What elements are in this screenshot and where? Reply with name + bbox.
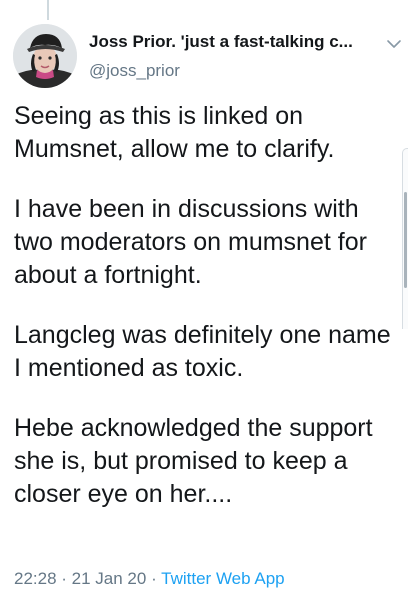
scrollbar-thumb[interactable] [404, 192, 407, 288]
tweet-source-link[interactable]: Twitter Web App [161, 569, 284, 588]
tweet-paragraph: Seeing as this is linked on Mumsnet, all… [14, 102, 335, 163]
tweet-header: Joss Prior. 'just a fast-talking c... @j… [13, 24, 403, 88]
author-names: Joss Prior. 'just a fast-talking c... @j… [89, 31, 381, 82]
author-handle[interactable]: @joss_prior [89, 60, 381, 82]
thread-connector-line [47, 0, 49, 20]
tweet-time[interactable]: 22:28 [14, 569, 57, 588]
chevron-down-icon[interactable] [386, 38, 402, 50]
tweet-paragraph: Hebe acknowledged the support she is, bu… [14, 414, 373, 508]
tweet-paragraph: I have been in discussions with two mode… [14, 195, 367, 289]
meta-separator: · [56, 569, 72, 588]
tweet-body: Seeing as this is linked on Mumsnet, all… [14, 100, 400, 511]
tweet-metadata: 22:28 · 21 Jan 20 · Twitter Web App [14, 568, 285, 590]
avatar-image [13, 24, 77, 88]
author-display-name[interactable]: Joss Prior. 'just a fast-talking c... [89, 31, 375, 53]
avatar[interactable] [13, 24, 77, 88]
tweet-date[interactable]: 21 Jan 20 [72, 569, 147, 588]
tweet-paragraph: Langcleg was definitely one name I menti… [14, 321, 391, 382]
meta-separator: · [146, 569, 162, 588]
